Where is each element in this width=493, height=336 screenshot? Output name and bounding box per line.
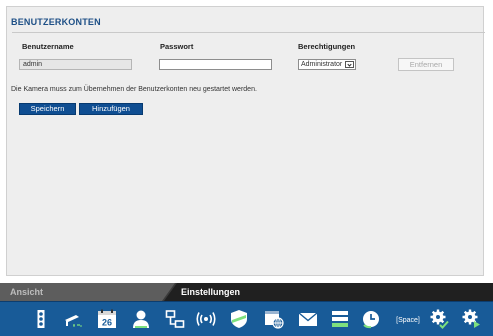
save-button[interactable]: Speichern [19, 103, 76, 115]
calendar-day-number: 26 [102, 318, 112, 328]
traffic-light-icon[interactable] [30, 308, 52, 330]
restart-notice: Die Kamera muss zum Übernehmen der Benut… [11, 86, 257, 93]
tab-view[interactable]: Ansicht [0, 283, 175, 301]
wireless-icon[interactable] [195, 308, 217, 330]
password-field[interactable] [159, 59, 272, 70]
username-field[interactable]: admin [19, 59, 132, 70]
column-header-permissions: Berechtigungen [298, 42, 356, 51]
add-button[interactable]: Hinzufügen [79, 103, 143, 115]
browser-globe-icon[interactable] [263, 308, 285, 330]
chevron-down-icon[interactable] [345, 61, 354, 68]
permissions-select-value: Administrator [301, 61, 343, 68]
mail-icon[interactable] [297, 308, 319, 330]
user-accounts-panel [6, 6, 484, 276]
main-tabs: Ansicht Einstellungen [0, 283, 493, 301]
clock-icon[interactable] [360, 308, 382, 330]
user-icon[interactable] [130, 308, 152, 330]
space-icon[interactable]: [Space] [392, 308, 424, 330]
shield-icon[interactable] [228, 308, 250, 330]
tab-settings[interactable]: Einstellungen [164, 283, 493, 301]
camera-icon[interactable] [62, 308, 84, 330]
remove-button[interactable]: Entfernen [398, 58, 454, 71]
gear-play-icon[interactable] [460, 308, 482, 330]
column-header-username: Benutzername [22, 42, 74, 51]
storage-icon[interactable] [329, 308, 351, 330]
column-header-password: Passwort [160, 42, 194, 51]
title-divider [12, 32, 485, 33]
settings-icon-bar: 26 [Space] [0, 301, 493, 336]
page-title: BENUTZERKONTEN [11, 17, 101, 27]
permissions-select[interactable]: Administrator [298, 59, 356, 70]
network-icon[interactable] [164, 308, 186, 330]
space-label: [Space] [396, 317, 420, 324]
calendar-icon[interactable]: 26 [96, 308, 118, 330]
gear-check-icon[interactable] [428, 308, 450, 330]
